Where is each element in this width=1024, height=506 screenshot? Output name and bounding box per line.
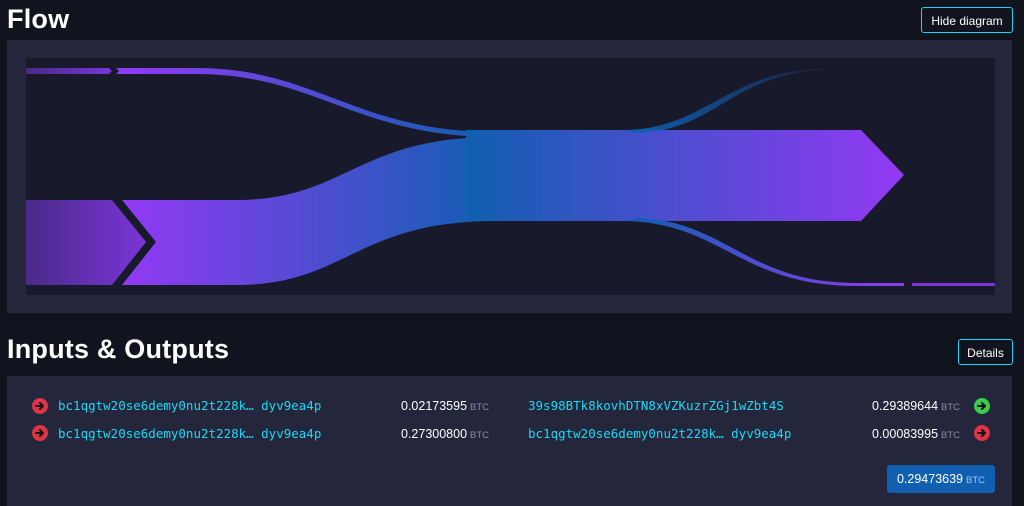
input-1-stub[interactable] — [26, 68, 112, 74]
output-address-end[interactable]: dyv9ea4p — [731, 426, 791, 441]
hide-diagram-button[interactable]: Hide diagram — [921, 7, 1013, 33]
flow-title: Flow — [7, 4, 70, 34]
input-amount-value: 0.02173595 — [401, 399, 468, 413]
total-amount-unit: BTC — [966, 475, 986, 486]
output-spent-arrow-icon[interactable] — [974, 425, 990, 441]
input-2-flow[interactable] — [122, 137, 496, 285]
input-address-link[interactable]: bc1qgtw20se6demy0nu2t228k… — [58, 426, 254, 441]
input-amount-unit: BTC — [470, 402, 490, 413]
input-amount: 0.27300800 BTC — [401, 425, 489, 443]
input-1-flow[interactable] — [116, 68, 496, 137]
output-address-link[interactable]: bc1qgtw20se6demy0nu2t228k… — [528, 426, 724, 441]
output-amount-value: 0.00083995 — [872, 427, 939, 441]
output-address-link[interactable]: 39s98BTk8kovhDTN8xVZKuzrZGj1wZbt4S — [528, 398, 784, 413]
io-title: Inputs & Outputs — [7, 334, 230, 364]
flow-diagram — [26, 58, 995, 295]
input-row: bc1qgtw20se6demy0nu2t228k… dyv9ea4p — [58, 397, 321, 415]
input-address-end[interactable]: dyv9ea4p — [261, 398, 321, 413]
output-amount-value: 0.29389644 — [872, 399, 939, 413]
input-amount-unit: BTC — [470, 430, 490, 441]
output-amount: 0.00083995 BTC — [872, 425, 960, 443]
output-row: bc1qgtw20se6demy0nu2t228k… dyv9ea4p — [528, 425, 791, 443]
input-arrow-icon[interactable] — [32, 398, 48, 414]
input-amount: 0.02173595 BTC — [401, 397, 489, 415]
output-1-flow[interactable] — [466, 130, 904, 221]
output-amount-unit: BTC — [941, 430, 961, 441]
output-amount: 0.29389644 BTC — [872, 397, 960, 415]
output-1-branch[interactable] — [626, 69, 823, 133]
output-row: 39s98BTk8kovhDTN8xVZKuzrZGj1wZbt4S — [528, 397, 784, 415]
input-address-link[interactable]: bc1qgtw20se6demy0nu2t228k… — [58, 398, 254, 413]
input-2-stub[interactable] — [26, 200, 146, 285]
output-2-flow[interactable] — [626, 218, 904, 286]
input-arrow-icon[interactable] — [32, 425, 48, 441]
total-amount-badge: 0.29473639 BTC — [887, 465, 995, 493]
input-row: bc1qgtw20se6demy0nu2t228k… dyv9ea4p — [58, 425, 321, 443]
input-address-end[interactable]: dyv9ea4p — [261, 426, 321, 441]
details-button[interactable]: Details — [958, 339, 1013, 365]
output-amount-unit: BTC — [941, 402, 961, 413]
output-unspent-arrow-icon[interactable] — [974, 398, 990, 414]
flow-sankey — [26, 68, 995, 286]
flow-diagram-panel — [7, 40, 1012, 313]
total-amount-value: 0.29473639 — [896, 472, 964, 486]
input-amount-value: 0.27300800 — [401, 427, 468, 441]
output-2-stub[interactable] — [912, 283, 995, 286]
